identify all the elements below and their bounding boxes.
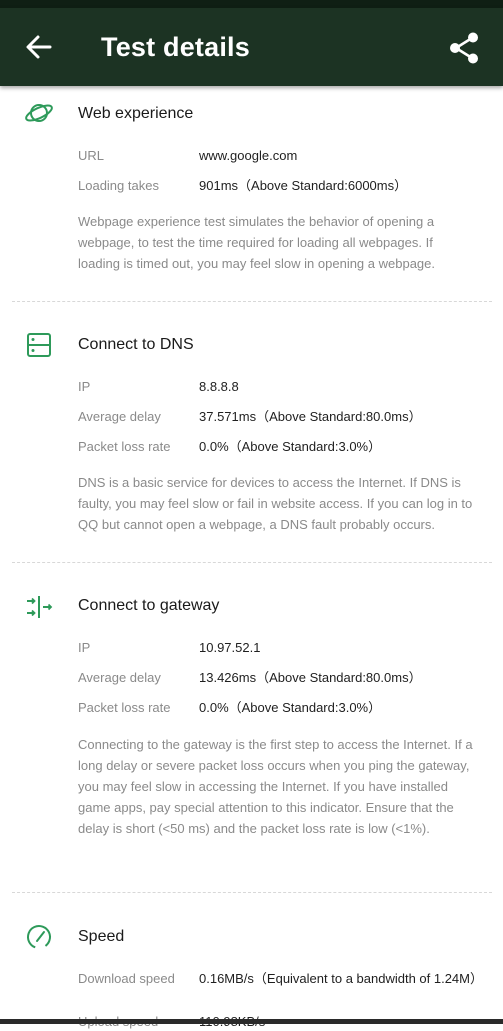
navigation-bar (0, 1019, 503, 1024)
speedometer-icon (27, 925, 51, 949)
gateway-delay-label: Average delay (78, 670, 161, 685)
divider (12, 301, 492, 302)
gateway-ip-value: 10.97.52.1 (199, 640, 261, 655)
divider (12, 562, 492, 563)
download-value: 0.16MB/s（Equivalent to a bandwidth of 1.… (199, 971, 483, 986)
planet-icon (25, 104, 53, 122)
gateway-loss-label: Packet loss rate (78, 700, 171, 715)
divider (12, 892, 492, 893)
web-experience-title: Web experience (78, 105, 194, 122)
gateway-icon (27, 596, 53, 618)
dns-ip-label: IP (78, 379, 91, 394)
status-bar (0, 0, 503, 8)
arrow-left-icon[interactable] (22, 30, 56, 64)
url-value: www.google.com (199, 148, 298, 163)
gateway-title: Connect to gateway (78, 597, 220, 614)
gateway-loss-value: 0.0%（Above Standard:3.0%） (199, 700, 382, 715)
app-bar: Test details (0, 8, 503, 86)
server-icon (27, 333, 51, 357)
dns-delay-value: 37.571ms（Above Standard:80.0ms） (199, 409, 422, 424)
dns-loss-value: 0.0%（Above Standard:3.0%） (199, 439, 382, 454)
speed-title: Speed (78, 928, 125, 945)
loading-label: Loading takes (78, 178, 159, 193)
share-icon[interactable] (446, 30, 482, 66)
gateway-delay-value: 13.426ms（Above Standard:80.0ms） (199, 670, 422, 685)
url-label: URL (78, 148, 105, 163)
page-title: Test details (101, 32, 250, 62)
gateway-description: Connecting to the gateway is the first s… (78, 737, 473, 836)
dns-description: DNS is a basic service for devices to ac… (78, 475, 473, 532)
web-experience-description: Webpage experience test simulates the be… (78, 214, 435, 271)
dns-title: Connect to DNS (78, 336, 194, 353)
download-label: Download speed (78, 971, 175, 986)
loading-value: 901ms（Above Standard:6000ms） (199, 178, 408, 193)
dns-ip-value: 8.8.8.8 (199, 379, 239, 394)
dns-delay-label: Average delay (78, 409, 161, 424)
gateway-ip-label: IP (78, 640, 91, 655)
dns-loss-label: Packet loss rate (78, 439, 171, 454)
